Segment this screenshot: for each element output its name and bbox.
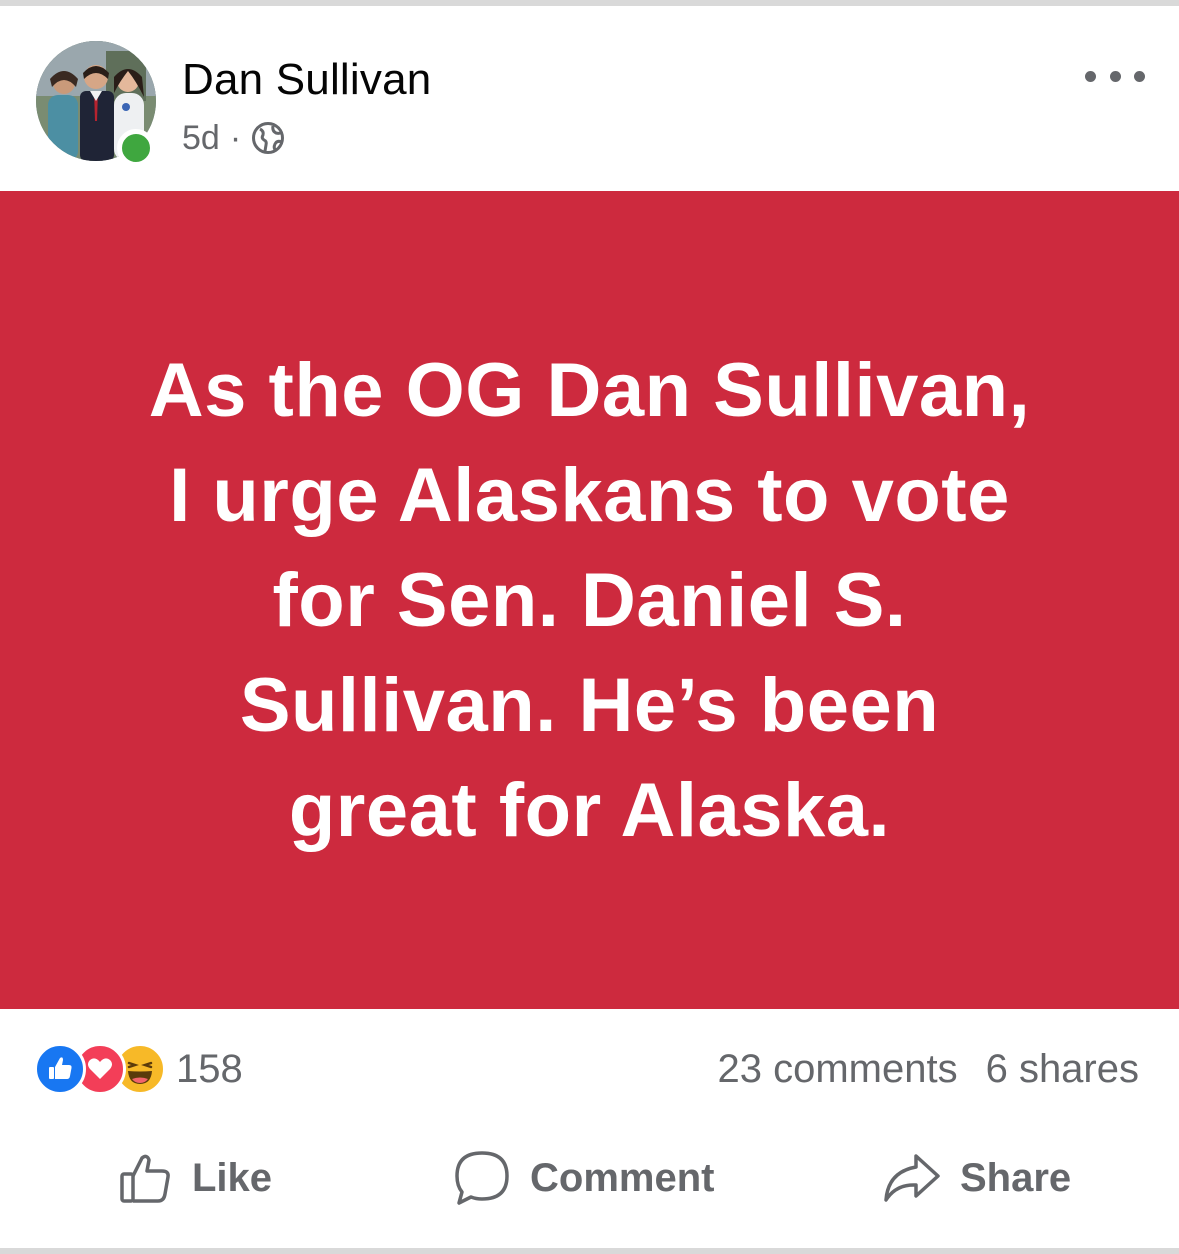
thumbs-up-icon	[118, 1150, 174, 1206]
meta-separator: ·	[229, 118, 242, 157]
post-meta: 5d ·	[182, 116, 285, 160]
more-options-button[interactable]	[1085, 56, 1145, 96]
reaction-summary[interactable]: 158	[34, 1043, 243, 1095]
post-text-line: great for Alaska.	[288, 767, 891, 853]
bottom-divider	[0, 1248, 1179, 1254]
like-reaction-icon	[34, 1043, 86, 1095]
post-header: Dan Sullivan 5d ·	[0, 6, 1179, 191]
reaction-count: 158	[176, 1046, 243, 1091]
post-actions: Like Comment Share	[0, 1132, 1179, 1227]
share-label: Share	[960, 1155, 1072, 1200]
more-dot	[1134, 70, 1145, 82]
engagement-counts: 23 comments 6 shares	[717, 1043, 1139, 1095]
post-time[interactable]: 5d	[182, 119, 220, 158]
author-name[interactable]: Dan Sullivan	[182, 50, 431, 110]
comment-label: Comment	[530, 1155, 715, 1200]
globe-icon[interactable]	[251, 121, 285, 155]
like-button[interactable]: Like	[118, 1148, 272, 1208]
comments-count[interactable]: 23 comments	[717, 1047, 957, 1092]
like-label: Like	[192, 1155, 273, 1200]
shares-count[interactable]: 6 shares	[986, 1047, 1139, 1092]
share-button[interactable]: Share	[882, 1148, 1071, 1208]
post-background-card[interactable]: As the OG Dan Sullivan, I urge Alaskans …	[0, 191, 1179, 1009]
online-status-dot	[117, 129, 155, 167]
comment-bubble-icon	[452, 1149, 512, 1207]
share-arrow-icon	[882, 1150, 942, 1206]
more-horizontal-icon	[1085, 70, 1096, 82]
post-text: As the OG Dan Sullivan, I urge Alaskans …	[60, 338, 1120, 863]
post-text-line: As the OG Dan Sullivan,	[148, 347, 1031, 433]
more-dot	[1109, 70, 1121, 82]
post-text-line: I urge Alaskans to vote	[169, 452, 1010, 538]
post-text-line: for Sen. Daniel S.	[272, 557, 907, 643]
comment-button[interactable]: Comment	[452, 1148, 714, 1208]
post-text-line: Sullivan. He’s been	[239, 662, 940, 748]
post-stats: 158 23 comments 6 shares	[0, 1035, 1179, 1105]
